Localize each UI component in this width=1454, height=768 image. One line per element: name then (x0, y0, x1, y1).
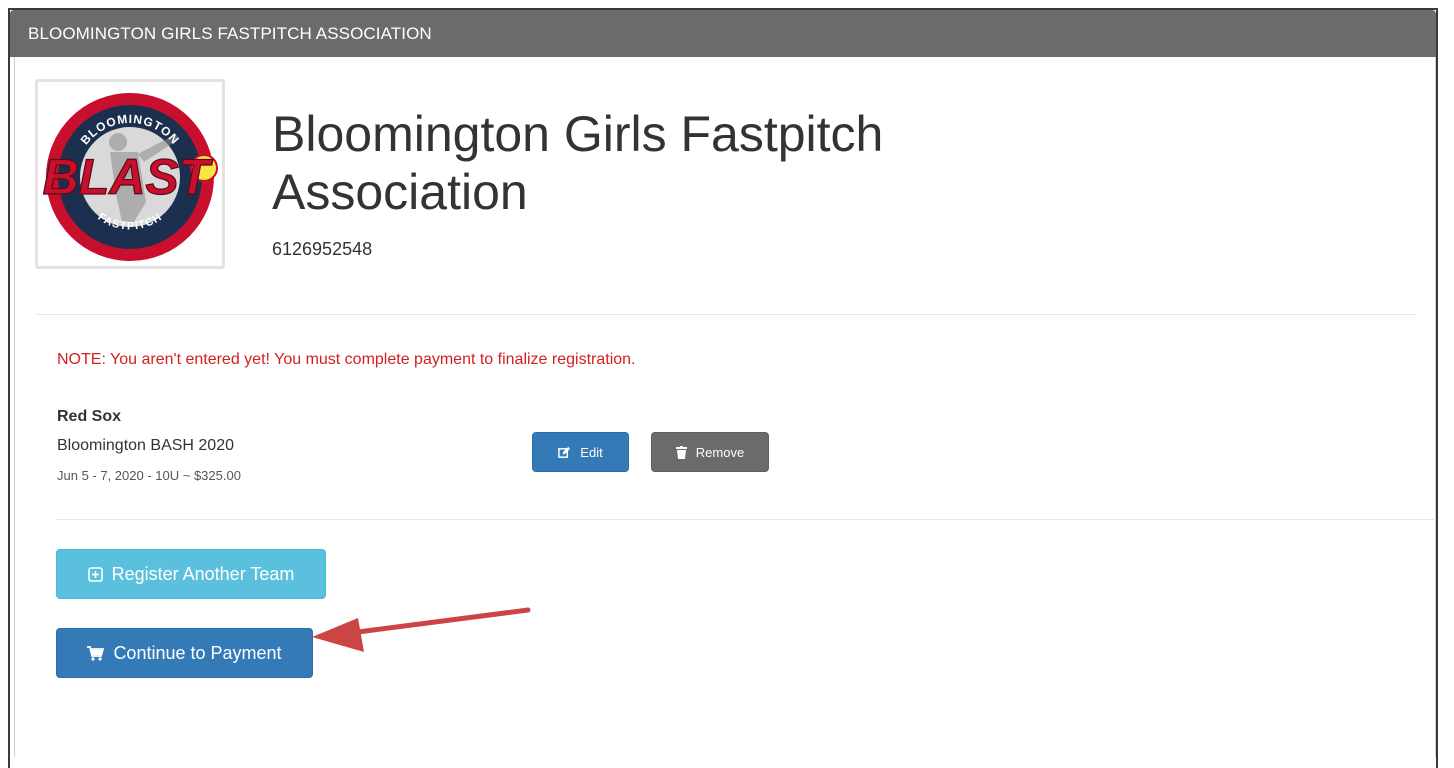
remove-button[interactable]: Remove (651, 432, 769, 472)
plus-square-icon (87, 566, 103, 582)
organization-logo: BLOOMINGTON FASTPITCH BLAST (35, 79, 225, 269)
continue-to-payment-button[interactable]: Continue to Payment (56, 628, 313, 678)
register-another-team-button[interactable]: Register Another Team (56, 549, 326, 599)
trash-icon (675, 445, 687, 459)
logo-main-text: BLAST (43, 149, 214, 205)
remove-button-label: Remove (695, 444, 745, 460)
divider (36, 314, 1416, 315)
red-arrow-annotation (312, 607, 531, 652)
panel-header: BLOOMINGTON GIRLS FASTPITCH ASSOCIATION (10, 10, 1436, 57)
divider (56, 519, 1436, 520)
edit-button-label: Edit (580, 444, 603, 460)
edit-button[interactable]: Edit (532, 432, 629, 472)
register-button-label: Register Another Team (111, 563, 295, 584)
blast-fastpitch-logo-icon: BLOOMINGTON FASTPITCH BLAST (42, 93, 218, 261)
edit-icon (558, 446, 571, 459)
team-name: Red Sox (57, 408, 122, 425)
event-details: Jun 5 - 7, 2020 - 10U ~ $325.00 (57, 468, 241, 483)
event-name: Bloomington BASH 2020 (57, 437, 234, 454)
payment-button-label: Continue to Payment (113, 642, 282, 663)
panel-header-title: BLOOMINGTON GIRLS FASTPITCH ASSOCIATION (28, 24, 432, 43)
organization-title: Bloomington Girls Fastpitch Association (272, 106, 884, 220)
registration-note: NOTE: You aren't entered yet! You must c… (57, 351, 636, 368)
organization-phone: 6126952548 (272, 239, 373, 259)
shopping-cart-icon (87, 645, 105, 661)
